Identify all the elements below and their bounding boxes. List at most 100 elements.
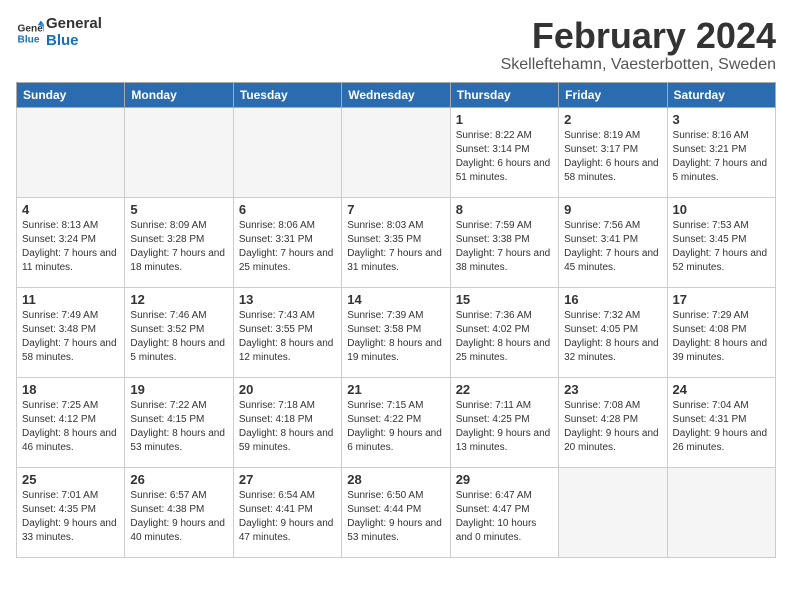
day-number: 26 — [130, 472, 227, 487]
day-info: Sunrise: 7:32 AMSunset: 4:05 PMDaylight:… — [564, 309, 661, 365]
day-info: Sunrise: 6:57 AMSunset: 4:38 PMDaylight:… — [130, 489, 227, 545]
day-info: Sunrise: 8:09 AMSunset: 3:28 PMDaylight:… — [130, 219, 227, 275]
logo-line1: General — [46, 16, 102, 33]
day-number: 23 — [564, 382, 661, 397]
calendar-cell: 25 Sunrise: 7:01 AMSunset: 4:35 PMDayligh… — [17, 467, 125, 557]
day-info: Sunrise: 7:49 AMSunset: 3:48 PMDaylight:… — [22, 309, 119, 365]
weekday-header-wednesday: Wednesday — [342, 82, 450, 107]
day-number: 2 — [564, 112, 661, 127]
week-row-5: 25 Sunrise: 7:01 AMSunset: 4:35 PMDayligh… — [17, 467, 776, 557]
header: General Blue General Blue February 2024 … — [16, 16, 776, 74]
calendar-cell: 29 Sunrise: 6:47 AMSunset: 4:47 PMDayligh… — [450, 467, 558, 557]
weekday-header-tuesday: Tuesday — [233, 82, 341, 107]
day-number: 13 — [239, 292, 336, 307]
week-row-3: 11 Sunrise: 7:49 AMSunset: 3:48 PMDayligh… — [17, 287, 776, 377]
day-info: Sunrise: 8:22 AMSunset: 3:14 PMDaylight:… — [456, 129, 553, 185]
day-info: Sunrise: 7:46 AMSunset: 3:52 PMDaylight:… — [130, 309, 227, 365]
day-number: 18 — [22, 382, 119, 397]
calendar-cell: 5 Sunrise: 8:09 AMSunset: 3:28 PMDaylight… — [125, 197, 233, 287]
calendar-cell — [17, 107, 125, 197]
day-info: Sunrise: 7:25 AMSunset: 4:12 PMDaylight:… — [22, 399, 119, 455]
day-number: 15 — [456, 292, 553, 307]
day-number: 17 — [673, 292, 770, 307]
day-number: 4 — [22, 202, 119, 217]
day-number: 3 — [673, 112, 770, 127]
weekday-header-row: SundayMondayTuesdayWednesdayThursdayFrid… — [17, 82, 776, 107]
day-info: Sunrise: 6:47 AMSunset: 4:47 PMDaylight:… — [456, 489, 553, 545]
day-number: 12 — [130, 292, 227, 307]
day-number: 5 — [130, 202, 227, 217]
day-number: 27 — [239, 472, 336, 487]
day-number: 19 — [130, 382, 227, 397]
day-info: Sunrise: 7:53 AMSunset: 3:45 PMDaylight:… — [673, 219, 770, 275]
day-number: 14 — [347, 292, 444, 307]
day-number: 25 — [22, 472, 119, 487]
calendar-cell: 28 Sunrise: 6:50 AMSunset: 4:44 PMDayligh… — [342, 467, 450, 557]
month-title: February 2024 — [501, 16, 776, 56]
calendar-cell: 12 Sunrise: 7:46 AMSunset: 3:52 PMDayligh… — [125, 287, 233, 377]
day-info: Sunrise: 7:18 AMSunset: 4:18 PMDaylight:… — [239, 399, 336, 455]
calendar-cell — [125, 107, 233, 197]
day-number: 28 — [347, 472, 444, 487]
calendar-cell: 15Sunrise: 7:36 AMSunset: 4:02 PMDayligh… — [450, 287, 558, 377]
calendar-cell: 16Sunrise: 7:32 AMSunset: 4:05 PMDayligh… — [559, 287, 667, 377]
calendar-cell — [559, 467, 667, 557]
logo: General Blue General Blue — [16, 16, 102, 49]
day-info: Sunrise: 8:16 AMSunset: 3:21 PMDaylight:… — [673, 129, 770, 185]
day-info: Sunrise: 7:59 AMSunset: 3:38 PMDaylight:… — [456, 219, 553, 275]
week-row-4: 18 Sunrise: 7:25 AMSunset: 4:12 PMDayligh… — [17, 377, 776, 467]
day-info: Sunrise: 7:11 AMSunset: 4:25 PMDaylight:… — [456, 399, 553, 455]
day-number: 20 — [239, 382, 336, 397]
day-number: 8 — [456, 202, 553, 217]
day-info: Sunrise: 6:54 AMSunset: 4:41 PMDaylight:… — [239, 489, 336, 545]
day-info: Sunrise: 6:50 AMSunset: 4:44 PMDaylight:… — [347, 489, 444, 545]
calendar-cell: 7 Sunrise: 8:03 AMSunset: 3:35 PMDaylight… — [342, 197, 450, 287]
calendar-cell: 11 Sunrise: 7:49 AMSunset: 3:48 PMDayligh… — [17, 287, 125, 377]
day-info: Sunrise: 8:13 AMSunset: 3:24 PMDaylight:… — [22, 219, 119, 275]
calendar-cell: 2Sunrise: 8:19 AMSunset: 3:17 PMDaylight… — [559, 107, 667, 197]
day-info: Sunrise: 8:06 AMSunset: 3:31 PMDaylight:… — [239, 219, 336, 275]
calendar-cell — [342, 107, 450, 197]
calendar-cell: 13 Sunrise: 7:43 AMSunset: 3:55 PMDayligh… — [233, 287, 341, 377]
calendar-cell: 18 Sunrise: 7:25 AMSunset: 4:12 PMDayligh… — [17, 377, 125, 467]
week-row-2: 4 Sunrise: 8:13 AMSunset: 3:24 PMDaylight… — [17, 197, 776, 287]
weekday-header-thursday: Thursday — [450, 82, 558, 107]
calendar-cell — [667, 467, 775, 557]
day-number: 6 — [239, 202, 336, 217]
day-number: 10 — [673, 202, 770, 217]
calendar-cell: 14Sunrise: 7:39 AMSunset: 3:58 PMDayligh… — [342, 287, 450, 377]
calendar-cell: 17 Sunrise: 7:29 AMSunset: 4:08 PMDayligh… — [667, 287, 775, 377]
day-info: Sunrise: 7:22 AMSunset: 4:15 PMDaylight:… — [130, 399, 227, 455]
calendar-cell: 27 Sunrise: 6:54 AMSunset: 4:41 PMDayligh… — [233, 467, 341, 557]
day-number: 1 — [456, 112, 553, 127]
logo-icon: General Blue — [16, 19, 44, 47]
day-info: Sunrise: 8:03 AMSunset: 3:35 PMDaylight:… — [347, 219, 444, 275]
day-number: 7 — [347, 202, 444, 217]
calendar-cell: 6 Sunrise: 8:06 AMSunset: 3:31 PMDaylight… — [233, 197, 341, 287]
calendar-cell: 4 Sunrise: 8:13 AMSunset: 3:24 PMDaylight… — [17, 197, 125, 287]
calendar-cell: 22 Sunrise: 7:11 AMSunset: 4:25 PMDayligh… — [450, 377, 558, 467]
calendar-cell: 19 Sunrise: 7:22 AMSunset: 4:15 PMDayligh… — [125, 377, 233, 467]
calendar-cell: 10 Sunrise: 7:53 AMSunset: 3:45 PMDayligh… — [667, 197, 775, 287]
day-number: 29 — [456, 472, 553, 487]
week-row-1: 1 Sunrise: 8:22 AMSunset: 3:14 PMDaylight… — [17, 107, 776, 197]
calendar-cell: 1 Sunrise: 8:22 AMSunset: 3:14 PMDaylight… — [450, 107, 558, 197]
logo-line2: Blue — [46, 33, 102, 50]
svg-text:Blue: Blue — [18, 34, 40, 45]
day-info: Sunrise: 7:01 AMSunset: 4:35 PMDaylight:… — [22, 489, 119, 545]
day-number: 11 — [22, 292, 119, 307]
calendar-cell: 21Sunrise: 7:15 AMSunset: 4:22 PMDayligh… — [342, 377, 450, 467]
calendar-cell: 8 Sunrise: 7:59 AMSunset: 3:38 PMDaylight… — [450, 197, 558, 287]
day-info: Sunrise: 7:04 AMSunset: 4:31 PMDaylight:… — [673, 399, 770, 455]
calendar-cell: 9Sunrise: 7:56 AMSunset: 3:41 PMDaylight… — [559, 197, 667, 287]
weekday-header-saturday: Saturday — [667, 82, 775, 107]
calendar-cell: 23Sunrise: 7:08 AMSunset: 4:28 PMDayligh… — [559, 377, 667, 467]
day-number: 9 — [564, 202, 661, 217]
weekday-header-friday: Friday — [559, 82, 667, 107]
weekday-header-sunday: Sunday — [17, 82, 125, 107]
day-number: 21 — [347, 382, 444, 397]
day-info: Sunrise: 7:43 AMSunset: 3:55 PMDaylight:… — [239, 309, 336, 365]
day-number: 22 — [456, 382, 553, 397]
calendar-cell: 3 Sunrise: 8:16 AMSunset: 3:21 PMDaylight… — [667, 107, 775, 197]
day-info: Sunrise: 7:29 AMSunset: 4:08 PMDaylight:… — [673, 309, 770, 365]
